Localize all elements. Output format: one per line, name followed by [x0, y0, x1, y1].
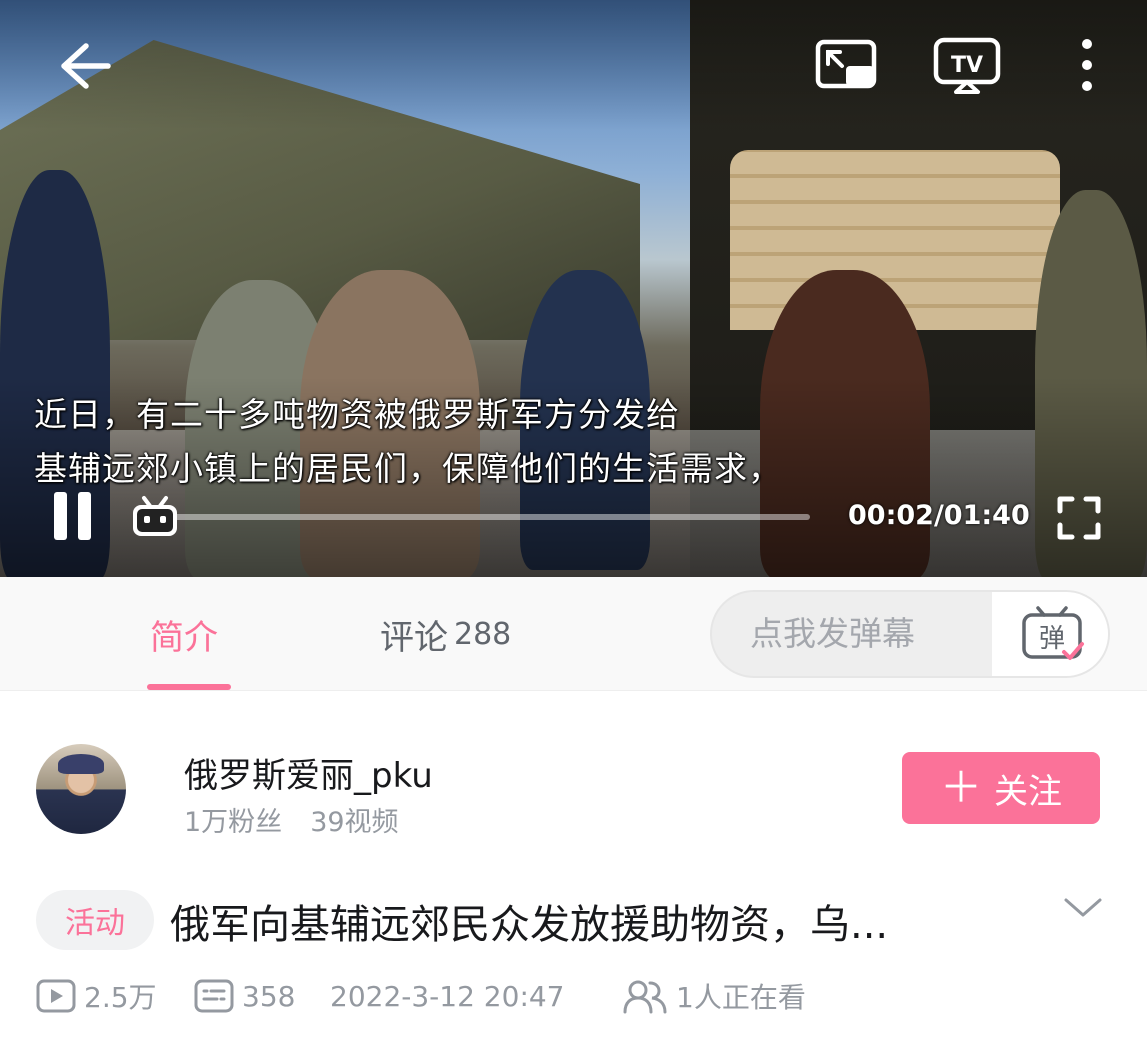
svg-text:TV: TV	[951, 53, 983, 78]
danmaku-toggle-glyph: 弹	[1039, 624, 1065, 654]
subtitle-line-2: 基辅远郊小镇上的居民们，保障他们的生活需求，	[34, 449, 782, 488]
uploader-avatar[interactable]	[36, 744, 126, 834]
video-title[interactable]: 俄军向基辅远郊民众发放援助物资，乌...	[170, 892, 1030, 950]
danmaku-input-box[interactable]: 点我发弹幕 弹	[710, 590, 1110, 678]
follower-count: 1万粉丝	[184, 807, 283, 838]
time-label: 00:02/01:40	[848, 500, 1030, 531]
tab-intro-label: 简介	[150, 617, 218, 658]
danmaku-toggle-button[interactable]: 弹	[992, 592, 1108, 676]
watching-now: 1人正在看	[622, 975, 806, 1017]
play-count-value: 2.5万	[84, 981, 157, 1014]
cast-button[interactable]: TV	[930, 34, 1006, 96]
pause-icon	[54, 492, 67, 540]
follow-label: 关注	[994, 771, 1062, 812]
progress-bar[interactable]	[150, 514, 810, 520]
fullscreen-button[interactable]	[1054, 493, 1104, 543]
tab-comments-label: 评论	[380, 617, 448, 658]
viewers-icon	[623, 980, 667, 1014]
activity-badge[interactable]: 活动	[36, 890, 154, 950]
fullscreen-icon	[1057, 496, 1101, 540]
back-button[interactable]	[52, 36, 116, 96]
pip-button[interactable]	[812, 36, 882, 96]
pip-icon	[815, 39, 877, 89]
watching-now-value: 1人正在看	[676, 981, 806, 1014]
video-player[interactable]: TV 近日，有二十多吨物资被俄罗斯军方分发给 基辅远郊小镇上的居民们，保障他们的…	[0, 0, 1147, 577]
danmaku-toggle-icon: 弹	[1022, 606, 1084, 660]
pause-icon	[78, 492, 91, 540]
progress-thumb[interactable]	[128, 492, 182, 540]
follow-button[interactable]: ＋ 关注	[902, 752, 1100, 824]
plus-icon: ＋	[939, 763, 982, 812]
uploader-name[interactable]: 俄罗斯爱丽_pku	[184, 748, 433, 797]
expand-description-button[interactable]	[1062, 890, 1104, 924]
back-arrow-icon	[61, 43, 111, 89]
cast-tv-icon: TV	[933, 37, 1001, 94]
bilibili-tv-icon	[133, 496, 177, 536]
more-options-button[interactable]	[1066, 36, 1108, 96]
danmaku-count-icon	[194, 979, 234, 1013]
danmaku-input[interactable]: 点我发弹幕	[750, 592, 915, 676]
uploader-stats: 1万粉丝 39视频	[184, 800, 399, 839]
tab-intro[interactable]: 简介	[150, 577, 218, 691]
more-vertical-icon	[1082, 39, 1092, 91]
tab-comments[interactable]: 评论 288	[380, 577, 511, 691]
active-tab-indicator	[147, 684, 231, 690]
danmaku-count: 358	[194, 975, 295, 1017]
subtitle-line-1: 近日，有二十多吨物资被俄罗斯军方分发给	[34, 395, 680, 434]
publish-time-value: 2022-3-12 20:47	[330, 979, 565, 1013]
pause-button[interactable]	[48, 490, 98, 542]
play-count: 2.5万	[36, 975, 157, 1017]
danmaku-count-value: 358	[242, 979, 296, 1013]
video-count: 39视频	[310, 807, 399, 838]
chevron-down-icon	[1064, 898, 1102, 917]
publish-time: 2022-3-12 20:47	[330, 975, 565, 1017]
comment-count: 288	[454, 616, 512, 652]
play-count-icon	[36, 979, 76, 1013]
